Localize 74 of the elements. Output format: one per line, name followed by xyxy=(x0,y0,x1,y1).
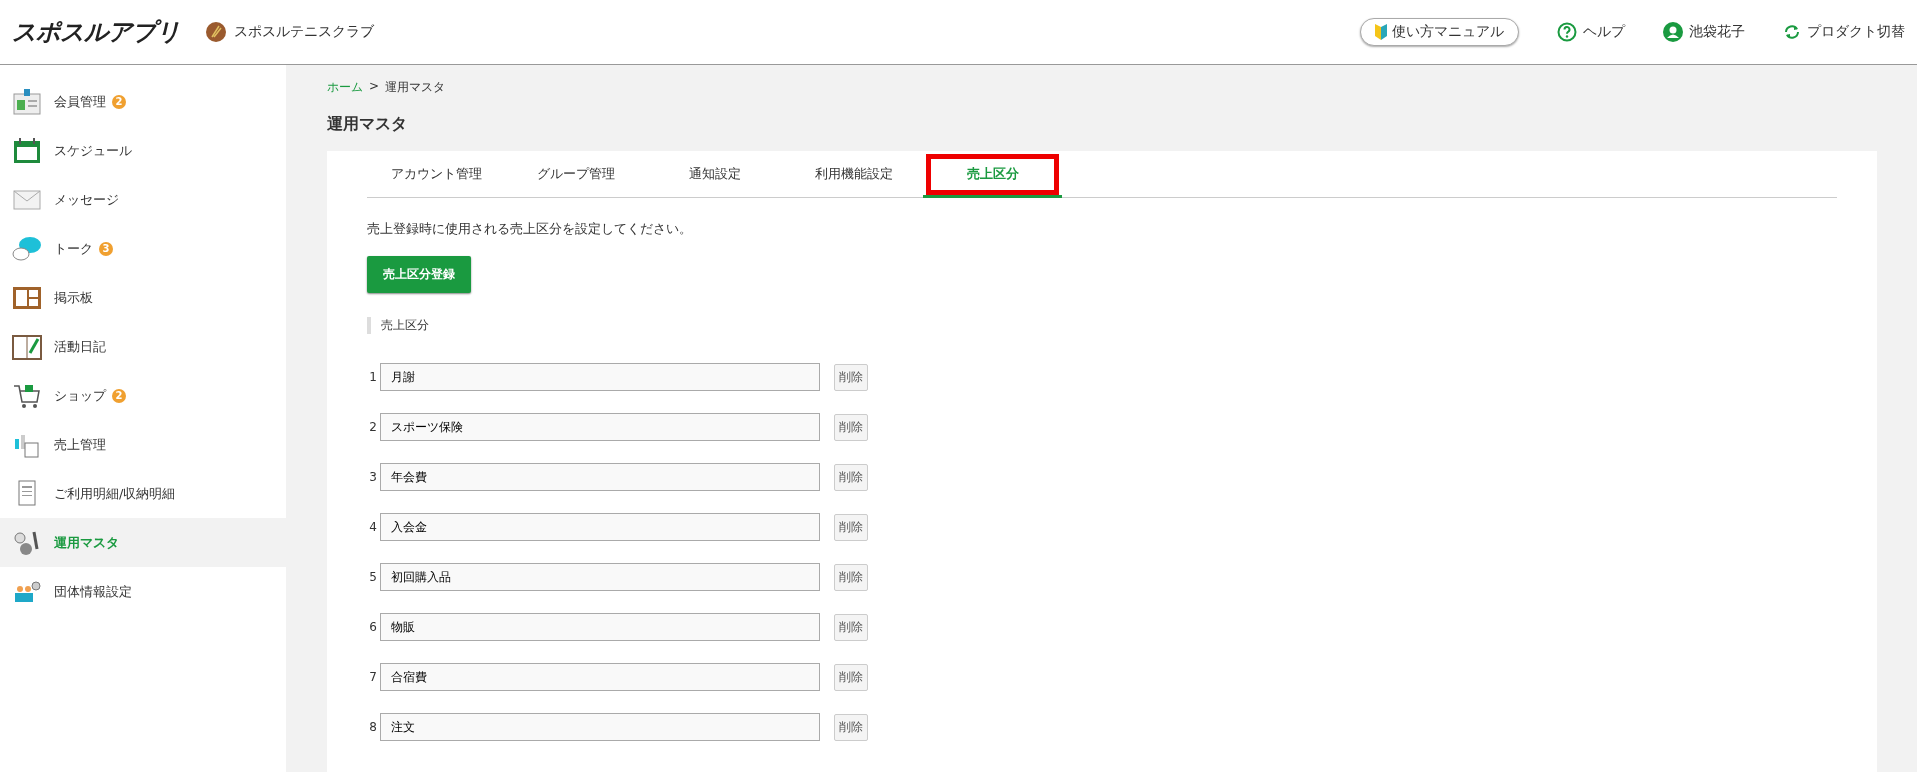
notification-badge: 2 xyxy=(112,388,126,403)
row-number: 8 xyxy=(368,720,377,734)
sidebar-item[interactable]: ご利用明細/収納明細 xyxy=(0,469,286,518)
user-menu[interactable]: 池袋花子 xyxy=(1663,22,1745,42)
chat-bubbles-icon xyxy=(12,234,42,263)
input-field[interactable]: 合宿費 xyxy=(380,663,820,691)
sidebar-item-label: 団体情報設定 xyxy=(54,582,132,601)
input-field[interactable]: 注文 xyxy=(380,713,820,741)
input-field[interactable]: 物販 xyxy=(380,613,820,641)
breadcrumb-separator: > xyxy=(369,79,380,95)
product-switch-link[interactable]: プロダクト切替 xyxy=(1783,23,1905,41)
id-card-icon xyxy=(12,87,42,116)
breadcrumb-current: 運用マスタ xyxy=(385,79,446,96)
row-number: 4 xyxy=(368,520,377,534)
row-number: 6 xyxy=(368,620,377,634)
description-text: 売上登録時に使用される売上区分を設定してください。 xyxy=(367,220,693,238)
tab[interactable]: 利用機能設定 xyxy=(784,151,923,198)
sidebar-item-label: メッセージ xyxy=(54,190,119,209)
delete-button[interactable]: 削除 xyxy=(834,413,868,441)
sidebar-item[interactable]: ショップ 2 xyxy=(0,371,286,420)
sidebar-item-label: 運用マスタ xyxy=(54,533,119,552)
sidebar-item-label: トーク xyxy=(54,239,93,258)
sidebar-item[interactable]: 団体情報設定 xyxy=(0,567,286,616)
sidebar-item-label: 掲示板 xyxy=(54,288,93,307)
delete-button[interactable]: 削除 xyxy=(834,663,868,691)
delete-button[interactable]: 削除 xyxy=(834,563,868,591)
sidebar-item[interactable]: 掲示板 xyxy=(0,273,286,322)
page-title: 運用マスタ xyxy=(327,114,408,135)
sidebar-item-label: ご利用明細/収納明細 xyxy=(54,484,176,503)
sidebar-item[interactable]: 活動日記 xyxy=(0,322,286,371)
input-field[interactable]: 初回購入品 xyxy=(380,563,820,591)
sidebar-item-label: ショップ xyxy=(54,386,106,405)
section-label: 売上区分 xyxy=(367,317,1837,334)
row-number: 1 xyxy=(368,370,377,384)
input-field[interactable]: 月謝 xyxy=(380,363,820,391)
refresh-icon xyxy=(1783,23,1801,41)
club-name: スポスルテニスクラブ xyxy=(234,23,374,41)
row-number: 2 xyxy=(368,420,377,434)
sidebar-item-label: 活動日記 xyxy=(54,337,106,356)
delete-button[interactable]: 削除 xyxy=(834,463,868,491)
tab[interactable]: 売上区分 xyxy=(923,151,1062,198)
club-avatar-icon xyxy=(206,22,226,42)
input-field[interactable]: スポーツ保険 xyxy=(380,413,820,441)
beginner-mark-icon xyxy=(1375,24,1387,40)
notification-badge: 3 xyxy=(99,241,113,256)
sidebar-item[interactable]: メッセージ xyxy=(0,175,286,224)
input-field[interactable]: 入会金 xyxy=(380,513,820,541)
row-number: 7 xyxy=(368,670,377,684)
help-link[interactable]: ヘルプ xyxy=(1557,22,1625,42)
notebook-icon xyxy=(12,332,42,361)
tab[interactable]: グループ管理 xyxy=(506,151,645,198)
row-number: 3 xyxy=(368,470,377,484)
delete-button[interactable]: 削除 xyxy=(834,363,868,391)
tab[interactable]: アカウント管理 xyxy=(367,151,506,198)
sidebar-item-label: 会員管理 xyxy=(54,92,106,111)
app-logo[interactable]: スポスルアプリ xyxy=(12,16,180,48)
input-field[interactable]: 年会費 xyxy=(380,463,820,491)
user-avatar-icon xyxy=(1663,22,1683,42)
tab[interactable]: 通知設定 xyxy=(645,151,784,198)
delete-button[interactable]: 削除 xyxy=(834,613,868,641)
sidebar-item[interactable]: スケジュール xyxy=(0,126,286,175)
manual-button[interactable]: 使い方マニュアル xyxy=(1360,18,1519,46)
delete-button[interactable]: 削除 xyxy=(834,713,868,741)
sidebar-item[interactable]: トーク 3 xyxy=(0,224,286,273)
notification-badge: 2 xyxy=(112,94,126,109)
calendar-icon xyxy=(12,136,42,165)
sidebar-item-label: 売上管理 xyxy=(54,435,106,454)
delete-button[interactable]: 削除 xyxy=(834,513,868,541)
sidebar-item[interactable]: 売上管理 xyxy=(0,420,286,469)
register-button[interactable]: 売上区分登録 xyxy=(367,256,471,293)
sidebar-item[interactable]: 会員管理 2 xyxy=(0,77,286,126)
row-number: 5 xyxy=(368,570,377,584)
sidebar-item-label: スケジュール xyxy=(54,141,132,160)
help-icon xyxy=(1557,22,1577,42)
